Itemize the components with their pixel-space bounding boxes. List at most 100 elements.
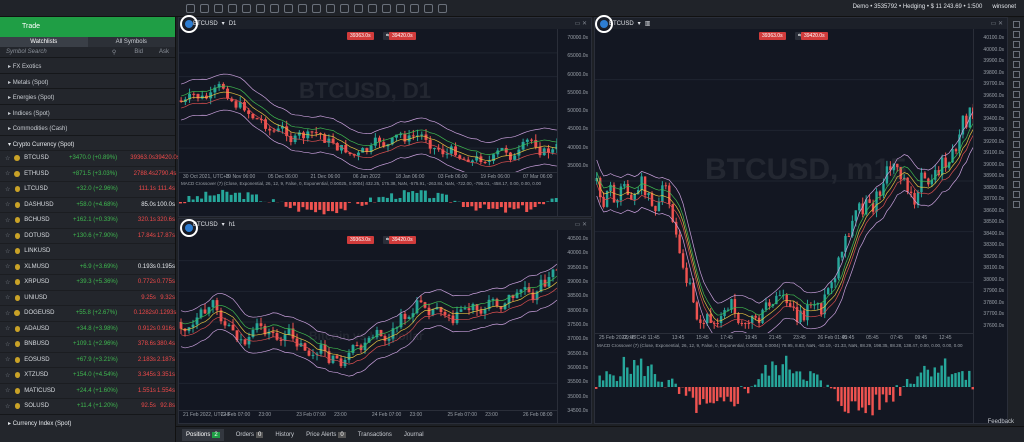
- symbol-bid[interactable]: 320.1s: [118, 217, 156, 223]
- magnet-icon[interactable]: [1013, 171, 1020, 178]
- chevron-down-icon[interactable]: ▾: [222, 221, 225, 228]
- lock-icon[interactable]: [1013, 181, 1020, 188]
- price-axis[interactable]: 40500.0s 40000.0s 39500.0s 39000.0s 38500.0s…: [557, 230, 591, 423]
- chart-pane-h1[interactable]: BTCUSD▾h1▭ ✕ 39363.0s ⇆ 39420.0s Bitcoin…: [178, 218, 592, 424]
- star-icon[interactable]: ☆: [5, 201, 15, 208]
- symbol-ask[interactable]: 39420.0s: [155, 155, 180, 161]
- symbol-ask[interactable]: 0.916s: [156, 326, 175, 332]
- ellipse-icon[interactable]: [1013, 101, 1020, 108]
- group-currency-index[interactable]: ▸ Currency Index (Spot): [0, 413, 175, 430]
- symbol-ask[interactable]: 0.195s: [156, 264, 175, 270]
- star-icon[interactable]: ☆: [5, 372, 15, 379]
- tab-all-symbols[interactable]: All Symbols: [88, 37, 176, 47]
- group-energies-spot-[interactable]: ▸ Energies (Spot): [0, 88, 175, 104]
- fib-icon[interactable]: [1013, 81, 1020, 88]
- symbol-bid[interactable]: 3.345s: [118, 372, 156, 378]
- symbol-bid[interactable]: 2788.4s: [117, 171, 155, 177]
- toolbar-icon[interactable]: [382, 4, 391, 13]
- toolbar-icon[interactable]: [354, 4, 363, 13]
- triangle-icon[interactable]: [1013, 111, 1020, 118]
- candles-icon[interactable]: ▥: [645, 20, 651, 27]
- cursor-icon[interactable]: [1013, 21, 1020, 28]
- star-icon[interactable]: ☆: [5, 325, 15, 332]
- symbol-bid[interactable]: 378.6s: [118, 341, 156, 347]
- star-icon[interactable]: ☆: [5, 155, 14, 162]
- chevron-down-icon[interactable]: ▾: [222, 20, 225, 27]
- price-plot[interactable]: [179, 230, 559, 414]
- channel-icon[interactable]: [1013, 71, 1020, 78]
- symbol-ask[interactable]: 9.32s: [156, 295, 175, 301]
- group-commodities-cash-[interactable]: ▸ Commodities (Cash): [0, 119, 175, 135]
- star-icon[interactable]: ☆: [5, 186, 15, 193]
- symbol-ask[interactable]: 2.187s: [156, 357, 175, 363]
- list-item[interactable]: ☆ DOTUSD +130.6 (+7.90%) 17.84s 17.87s: [0, 227, 175, 244]
- search-input[interactable]: Symbol Search: [6, 49, 112, 55]
- symbol-bid[interactable]: 17.84s: [118, 233, 156, 239]
- trash-icon[interactable]: [1013, 201, 1020, 208]
- symbol-bid[interactable]: 92.5s: [118, 403, 156, 409]
- text-icon[interactable]: [1013, 121, 1020, 128]
- star-icon[interactable]: ☆: [5, 310, 14, 317]
- star-icon[interactable]: ☆: [5, 294, 15, 301]
- symbol-ask[interactable]: 380.4s: [156, 341, 175, 347]
- symbol-ask[interactable]: 1.554s: [156, 388, 175, 394]
- star-icon[interactable]: ☆: [5, 387, 15, 394]
- toolbar-icon[interactable]: [438, 4, 447, 13]
- symbol-ask[interactable]: 0.1293s: [155, 310, 176, 316]
- arrow-icon[interactable]: [1013, 141, 1020, 148]
- toolbar-icon[interactable]: [340, 4, 349, 13]
- trade-header[interactable]: Trade: [0, 17, 175, 37]
- symbol-bid[interactable]: 85.0s: [118, 202, 156, 208]
- rect-icon[interactable]: [1013, 91, 1020, 98]
- toolbar-icon[interactable]: [242, 4, 251, 13]
- star-icon[interactable]: ☆: [5, 248, 15, 255]
- list-item[interactable]: ☆ XRPUSD +39.3 (+5.36%) 0.772s 0.775s: [0, 274, 175, 290]
- toolbar-icon[interactable]: [298, 4, 307, 13]
- list-item[interactable]: ☆ ADAUSD +34.8 (+3.98%) 0.912s 0.916s: [0, 320, 175, 337]
- account-info[interactable]: Demo • 3535792 • Hedging • $ 11 243.69 •…: [853, 4, 983, 10]
- price-plot[interactable]: [595, 29, 975, 333]
- ruler-icon[interactable]: [1013, 151, 1020, 158]
- window-controls-icon[interactable]: ▭ ✕: [575, 20, 587, 27]
- symbol-bid[interactable]: 2.183s: [118, 357, 156, 363]
- tab-orders[interactable]: Orders 0: [236, 431, 264, 438]
- symbol-ask[interactable]: 92.8s: [156, 403, 175, 409]
- symbol-ask[interactable]: 111.4s: [156, 186, 175, 192]
- feedback-link[interactable]: Feedback: [988, 419, 1014, 425]
- tab-watchlists[interactable]: Watchlists: [0, 37, 88, 47]
- tab-transactions[interactable]: Transactions: [358, 432, 392, 438]
- toolbar-icon[interactable]: [368, 4, 377, 13]
- username[interactable]: winsonet: [992, 4, 1016, 10]
- list-item[interactable]: ☆ BTCUSD +3470.0 (+0.89%) 39363.0s 39420.0s: [0, 150, 180, 166]
- toolbar-icon[interactable]: [186, 4, 195, 13]
- toolbar-icon[interactable]: [410, 4, 419, 13]
- symbol-bid[interactable]: 0.912s: [118, 326, 156, 332]
- list-item[interactable]: ☆ LTCUSD +32.0 (+2.96%) 111.1s 111.4s: [0, 181, 175, 197]
- price-plot[interactable]: [179, 29, 559, 172]
- star-icon[interactable]: ☆: [5, 170, 14, 177]
- star-icon[interactable]: ☆: [5, 217, 15, 224]
- tab-positions[interactable]: Positions 2: [182, 428, 224, 441]
- toolbar-icon[interactable]: [214, 4, 223, 13]
- star-icon[interactable]: ☆: [5, 279, 15, 286]
- line-icon[interactable]: [1013, 41, 1020, 48]
- time-axis[interactable]: 30 Oct 2021, UTC+8 19 Nov 06:00 05 Dec 06:…: [179, 172, 557, 180]
- symbol-ask[interactable]: 0.775s: [156, 279, 175, 285]
- time-axis[interactable]: 25 Feb 2022, UTC+8 09:45 11:45 13:45 15:45 17…: [595, 333, 973, 341]
- symbol-bid[interactable]: 39363.0s: [117, 155, 155, 161]
- list-item[interactable]: ☆ XLMUSD +6.9 (+3.69%) 0.193s 0.195s: [0, 258, 175, 275]
- brush-icon[interactable]: [1013, 131, 1020, 138]
- symbol-ask[interactable]: 3.351s: [156, 372, 175, 378]
- time-axis[interactable]: 21 Feb 2022, UTC+8 22 Feb 07:00 23:00 23 Fe…: [179, 410, 557, 418]
- list-item[interactable]: ☆ DOGEUSD +55.8 (+2.67%) 0.1282s 0.1293s: [0, 305, 176, 321]
- list-item[interactable]: ☆ BCHUSD +162.1 (+0.33%) 320.1s 320.6s: [0, 212, 175, 228]
- toolbar-icon[interactable]: [312, 4, 321, 13]
- window-controls-icon[interactable]: ▭ ✕: [575, 221, 587, 228]
- hline-icon[interactable]: [1013, 51, 1020, 58]
- symbol-ask[interactable]: 100.0s: [156, 202, 175, 208]
- window-controls-icon[interactable]: ▭ ✕: [991, 20, 1003, 27]
- tab-price-alerts[interactable]: Price Alerts 0: [306, 431, 346, 438]
- search-icon[interactable]: ⚲: [112, 49, 116, 56]
- group-indices-spot-[interactable]: ▸ Indices (Spot): [0, 103, 175, 120]
- symbol-ask[interactable]: 320.6s: [156, 217, 175, 223]
